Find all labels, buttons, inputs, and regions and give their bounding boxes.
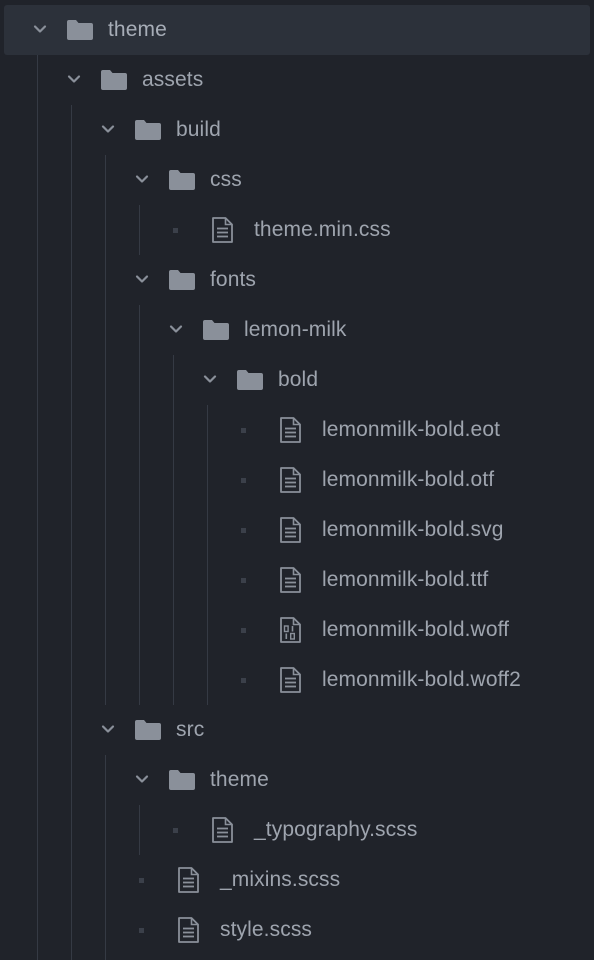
folder-name: src — [176, 718, 205, 741]
tree-folder-build[interactable]: build — [0, 105, 594, 155]
tree-file-typography-scss[interactable]: _typography.scss — [0, 805, 594, 855]
folder-icon — [168, 769, 196, 791]
tree-folder-theme[interactable]: theme — [0, 755, 594, 805]
file-bullet — [173, 828, 178, 833]
text-file-icon — [211, 217, 233, 243]
folder-icon — [168, 269, 196, 291]
file-name: _mixins.scss — [220, 868, 341, 891]
file-name: lemonmilk-bold.ttf — [322, 568, 489, 591]
text-file-icon — [279, 517, 301, 543]
tree-file-lemonmilk-bold-woff[interactable]: lemonmilk-bold.woff — [0, 605, 594, 655]
file-name: style.scss — [220, 918, 313, 941]
file-bullet — [241, 478, 246, 483]
text-file-icon — [177, 917, 199, 943]
file-name: lemonmilk-bold.svg — [322, 518, 504, 541]
text-file-icon — [279, 417, 301, 443]
tree-folder-bold[interactable]: bold — [0, 355, 594, 405]
folder-icon — [202, 319, 230, 341]
text-file-icon — [279, 667, 301, 693]
file-bullet — [241, 528, 246, 533]
file-name: lemonmilk-bold.woff — [322, 618, 510, 641]
binary-file-icon — [279, 617, 301, 643]
file-bullet — [241, 428, 246, 433]
file-name: theme.min.css — [254, 218, 391, 241]
tree-file-lemonmilk-bold-ttf[interactable]: lemonmilk-bold.ttf — [0, 555, 594, 605]
folder-icon — [66, 19, 94, 41]
text-file-icon — [279, 467, 301, 493]
tree-folder-src[interactable]: src — [0, 705, 594, 755]
tree-file-lemonmilk-bold-svg[interactable]: lemonmilk-bold.svg — [0, 505, 594, 555]
text-file-icon — [211, 817, 233, 843]
file-bullet — [139, 928, 144, 933]
folder-icon — [134, 119, 162, 141]
tree-folder-theme[interactable]: theme — [4, 5, 590, 55]
file-name: lemonmilk-bold.woff2 — [322, 668, 521, 691]
chevron-down-icon[interactable] — [67, 72, 81, 86]
file-bullet — [241, 578, 246, 583]
folder-icon — [236, 369, 264, 391]
folder-icon — [100, 69, 128, 91]
tree-file-mixins-scss[interactable]: _mixins.scss — [0, 855, 594, 905]
folder-name: theme — [210, 768, 269, 791]
folder-name: theme — [108, 18, 167, 41]
tree-folder-fonts[interactable]: fonts — [0, 255, 594, 305]
chevron-down-icon[interactable] — [33, 22, 47, 36]
chevron-down-icon[interactable] — [135, 172, 149, 186]
tree-folder-assets[interactable]: assets — [0, 55, 594, 105]
chevron-down-icon[interactable] — [169, 322, 183, 336]
chevron-down-icon[interactable] — [203, 372, 217, 386]
text-file-icon — [177, 867, 199, 893]
folder-icon — [134, 719, 162, 741]
chevron-down-icon[interactable] — [101, 122, 115, 136]
tree-file-lemonmilk-bold-woff2[interactable]: lemonmilk-bold.woff2 — [0, 655, 594, 705]
chevron-down-icon[interactable] — [101, 722, 115, 736]
folder-name: fonts — [210, 268, 257, 291]
folder-icon — [168, 169, 196, 191]
folder-name: bold — [278, 368, 319, 391]
tree-folder-css[interactable]: css — [0, 155, 594, 205]
chevron-down-icon[interactable] — [135, 272, 149, 286]
folder-name: lemon-milk — [244, 318, 347, 341]
file-bullet — [241, 678, 246, 683]
file-bullet — [139, 878, 144, 883]
tree-file-lemonmilk-bold-otf[interactable]: lemonmilk-bold.otf — [0, 455, 594, 505]
file-name: _typography.scss — [254, 818, 418, 841]
chevron-down-icon[interactable] — [135, 772, 149, 786]
folder-name: css — [210, 168, 242, 191]
file-name: lemonmilk-bold.otf — [322, 468, 495, 491]
text-file-icon — [279, 567, 301, 593]
folder-name: assets — [142, 68, 204, 91]
tree-file-theme-min-css[interactable]: theme.min.css — [0, 205, 594, 255]
file-tree: theme assets build css theme.min.css fonts lem… — [0, 0, 594, 960]
tree-file-lemonmilk-bold-eot[interactable]: lemonmilk-bold.eot — [0, 405, 594, 455]
file-bullet — [241, 628, 246, 633]
folder-name: build — [176, 118, 221, 141]
tree-file-style-scss[interactable]: style.scss — [0, 905, 594, 955]
file-name: lemonmilk-bold.eot — [322, 418, 501, 441]
file-bullet — [173, 228, 178, 233]
tree-folder-lemon-milk[interactable]: lemon-milk — [0, 305, 594, 355]
